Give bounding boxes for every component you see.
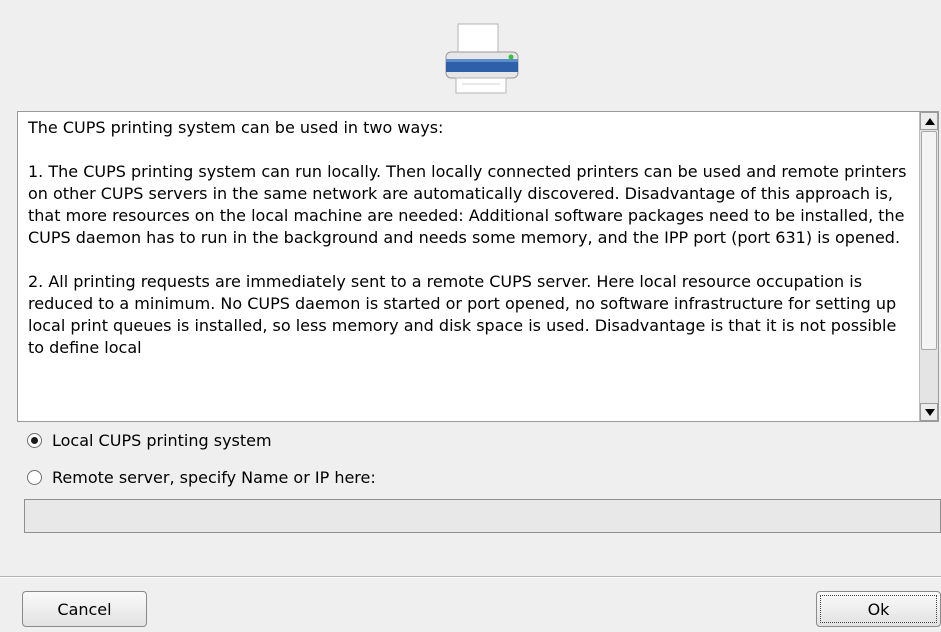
remote-server-label: Remote server, specify Name or IP here: [52,468,376,487]
cancel-button[interactable]: Cancel [22,591,147,627]
scroll-down-button[interactable] [920,403,938,421]
scroll-up-button[interactable] [920,112,938,130]
description-text: The CUPS printing system can be used in … [28,117,910,419]
printer-icon [445,23,519,94]
server-name-input[interactable] [24,499,941,533]
scrollbar-thumb[interactable] [921,131,937,350]
local-cups-label: Local CUPS printing system [52,431,272,450]
remote-server-radio[interactable] [27,470,42,485]
local-cups-option[interactable]: Local CUPS printing system [27,431,272,450]
local-mode-paragraph: 1. The CUPS printing system can run loca… [28,162,907,247]
remote-mode-paragraph: 2. All printing requests are immediately… [28,272,897,357]
intro-paragraph: The CUPS printing system can be used in … [28,118,444,137]
local-cups-radio[interactable] [27,433,42,448]
vertical-scrollbar[interactable] [919,112,938,421]
arrow-down-icon [925,409,935,416]
remote-server-option[interactable]: Remote server, specify Name or IP here: [27,468,376,487]
description-text-area[interactable]: The CUPS printing system can be used in … [17,111,939,422]
button-separator [0,576,941,578]
focus-ring [820,595,937,623]
arrow-up-icon [925,118,935,125]
ok-button[interactable]: Ok [816,591,941,627]
